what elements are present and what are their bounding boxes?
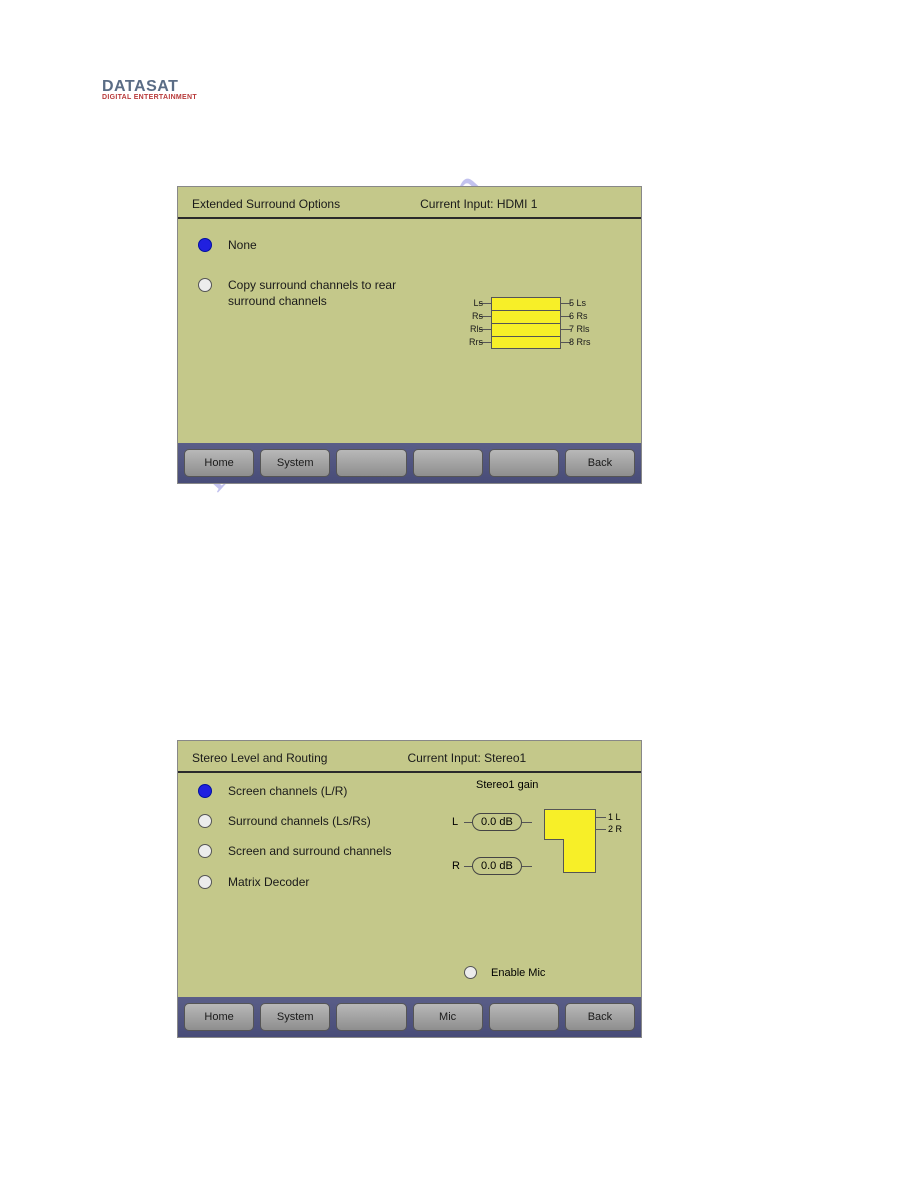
radio-icon bbox=[198, 278, 212, 292]
blank-button-3[interactable] bbox=[489, 449, 559, 477]
option-label: Copy surround channels to rear surround … bbox=[228, 277, 408, 309]
panel-title: Extended Surround Options bbox=[192, 197, 340, 211]
extended-surround-panel: Extended Surround Options Current Input:… bbox=[177, 186, 642, 484]
option-label: Screen and surround channels bbox=[228, 843, 391, 859]
radio-icon bbox=[198, 844, 212, 858]
out-label-7rls: 7 Rls bbox=[569, 324, 609, 334]
in-label-rs: Rs bbox=[453, 311, 483, 321]
enable-mic-option[interactable]: Enable Mic bbox=[464, 966, 545, 979]
channel-label-r: R bbox=[452, 860, 464, 872]
panel-body: None Copy surround channels to rear surr… bbox=[178, 219, 641, 439]
system-button[interactable]: System bbox=[260, 449, 330, 477]
channel-label-l: L bbox=[452, 816, 464, 828]
gain-value-l[interactable]: 0.0 dB bbox=[472, 813, 522, 831]
option-label: None bbox=[228, 237, 257, 253]
button-bar: Home System Mic Back bbox=[178, 997, 641, 1037]
radio-icon bbox=[198, 875, 212, 889]
current-input-label: Current Input: HDMI 1 bbox=[420, 197, 537, 211]
radio-icon bbox=[464, 966, 477, 979]
option-screen-channels[interactable]: Screen channels (L/R) bbox=[198, 783, 391, 799]
blank-button-2[interactable] bbox=[489, 1003, 559, 1031]
home-button[interactable]: Home bbox=[184, 449, 254, 477]
mic-button[interactable]: Mic bbox=[413, 1003, 483, 1031]
radio-icon bbox=[198, 814, 212, 828]
blank-button-2[interactable] bbox=[413, 449, 483, 477]
panel-header: Extended Surround Options Current Input:… bbox=[178, 187, 641, 219]
stereo-level-routing-panel: Stereo Level and Routing Current Input: … bbox=[177, 740, 642, 1038]
gain-section: Stereo1 gain L 0.0 dB R 0.0 dB 1 L 2 R bbox=[452, 779, 632, 801]
out-label-5ls: 5 Ls bbox=[569, 298, 609, 308]
system-button[interactable]: System bbox=[260, 1003, 330, 1031]
blank-button-1[interactable] bbox=[336, 449, 406, 477]
option-screen-and-surround[interactable]: Screen and surround channels bbox=[198, 843, 391, 859]
panel-header: Stereo Level and Routing Current Input: … bbox=[178, 741, 641, 773]
routing-options: Screen channels (L/R) Surround channels … bbox=[198, 783, 391, 904]
enable-mic-label: Enable Mic bbox=[491, 967, 545, 979]
button-bar: Home System Back bbox=[178, 443, 641, 483]
blank-button-1[interactable] bbox=[336, 1003, 406, 1031]
radio-icon bbox=[198, 238, 212, 252]
option-none[interactable]: None bbox=[198, 237, 621, 253]
logo-sub: DIGITAL ENTERTAINMENT bbox=[102, 94, 197, 101]
panel-title: Stereo Level and Routing bbox=[192, 751, 327, 765]
in-label-rls: Rls bbox=[453, 324, 483, 334]
gain-title: Stereo1 gain bbox=[476, 779, 632, 791]
current-input-label: Current Input: Stereo1 bbox=[407, 751, 526, 765]
datasat-logo: DATASAT DIGITAL ENTERTAINMENT bbox=[102, 78, 197, 101]
back-button[interactable]: Back bbox=[565, 1003, 635, 1031]
option-matrix-decoder[interactable]: Matrix Decoder bbox=[198, 874, 391, 890]
logo-main: DATASAT bbox=[102, 78, 178, 95]
radio-icon bbox=[198, 784, 212, 798]
output-label-2r: 2 R bbox=[608, 824, 622, 834]
option-label: Screen channels (L/R) bbox=[228, 783, 347, 799]
in-label-ls: Ls bbox=[453, 298, 483, 308]
home-button[interactable]: Home bbox=[184, 1003, 254, 1031]
panel-body: Screen channels (L/R) Surround channels … bbox=[178, 773, 641, 993]
gain-value-r[interactable]: 0.0 dB bbox=[472, 857, 522, 875]
routing-diagram: Ls Rs Rls Rrs 5 Ls 6 Rs 7 Rls 8 Rrs bbox=[441, 297, 611, 367]
out-label-8rrs: 8 Rrs bbox=[569, 337, 609, 347]
output-label-1l: 1 L bbox=[608, 812, 621, 822]
in-label-rrs: Rrs bbox=[453, 337, 483, 347]
option-label: Matrix Decoder bbox=[228, 874, 309, 890]
back-button[interactable]: Back bbox=[565, 449, 635, 477]
option-surround-channels[interactable]: Surround channels (Ls/Rs) bbox=[198, 813, 391, 829]
option-label: Surround channels (Ls/Rs) bbox=[228, 813, 371, 829]
out-label-6rs: 6 Rs bbox=[569, 311, 609, 321]
